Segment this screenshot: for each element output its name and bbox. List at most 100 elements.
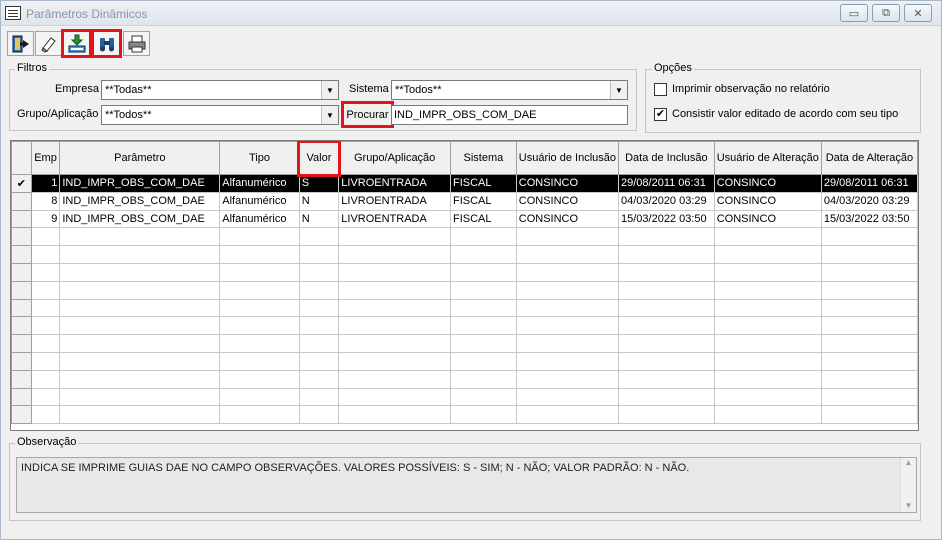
col-grupo[interactable]: Grupo/Aplicação bbox=[338, 141, 451, 175]
empty-cell[interactable] bbox=[30, 245, 61, 264]
empty-cell[interactable] bbox=[338, 369, 451, 389]
empty-cell[interactable] bbox=[713, 405, 822, 425]
save-button[interactable] bbox=[61, 29, 92, 58]
row-indicator[interactable] bbox=[11, 280, 32, 300]
cell-sistema[interactable]: FISCAL bbox=[450, 209, 517, 229]
empty-cell[interactable] bbox=[219, 280, 300, 300]
empty-cell[interactable] bbox=[59, 316, 221, 336]
empty-table-row[interactable] bbox=[11, 227, 918, 247]
empty-table-row[interactable] bbox=[11, 334, 918, 353]
row-indicator[interactable] bbox=[11, 209, 32, 229]
empty-cell[interactable] bbox=[30, 262, 61, 282]
print-button[interactable] bbox=[123, 31, 150, 56]
cell-emp[interactable]: 8 bbox=[30, 191, 61, 211]
col-data-alteracao[interactable]: Data de Alteração bbox=[820, 141, 918, 175]
row-indicator[interactable] bbox=[11, 316, 32, 336]
chevron-down-icon[interactable]: ▼ bbox=[321, 106, 338, 124]
cell-tipo[interactable]: Alfanumérico bbox=[219, 209, 300, 229]
empty-cell[interactable] bbox=[298, 387, 340, 407]
empty-cell[interactable] bbox=[30, 334, 61, 353]
empty-cell[interactable] bbox=[59, 227, 221, 247]
empty-table-row[interactable] bbox=[11, 405, 918, 425]
empty-cell[interactable] bbox=[298, 245, 340, 264]
empty-cell[interactable] bbox=[59, 298, 221, 318]
empty-table-row[interactable] bbox=[11, 351, 918, 371]
row-indicator[interactable] bbox=[11, 227, 32, 247]
empty-cell[interactable] bbox=[820, 334, 918, 353]
empty-cell[interactable] bbox=[450, 280, 517, 300]
empty-cell[interactable] bbox=[338, 262, 451, 282]
empty-cell[interactable] bbox=[515, 334, 620, 353]
row-indicator[interactable] bbox=[11, 387, 32, 407]
empty-cell[interactable] bbox=[713, 280, 822, 300]
scroll-up-icon[interactable]: ▲ bbox=[901, 458, 916, 467]
empty-cell[interactable] bbox=[618, 405, 715, 425]
cell-valor[interactable]: N bbox=[298, 209, 340, 229]
empty-cell[interactable] bbox=[618, 369, 715, 389]
cell-data-alteracao[interactable]: 04/03/2020 03:29 bbox=[820, 191, 918, 211]
empty-cell[interactable] bbox=[618, 334, 715, 353]
empty-cell[interactable] bbox=[820, 280, 918, 300]
empty-cell[interactable] bbox=[618, 387, 715, 407]
empty-cell[interactable] bbox=[618, 280, 715, 300]
row-indicator[interactable] bbox=[11, 191, 32, 211]
empty-cell[interactable] bbox=[450, 245, 517, 264]
empty-cell[interactable] bbox=[515, 369, 620, 389]
cell-sistema[interactable]: FISCAL bbox=[450, 191, 517, 211]
cell-parametro[interactable]: IND_IMPR_OBS_COM_DAE bbox=[59, 191, 221, 211]
empty-cell[interactable] bbox=[450, 387, 517, 407]
empty-cell[interactable] bbox=[450, 369, 517, 389]
empty-cell[interactable] bbox=[30, 316, 61, 336]
cell-valor[interactable]: N bbox=[298, 191, 340, 211]
table-row[interactable]: ✔ 1 IND_IMPR_OBS_COM_DAE Alfanumérico S LIVRO… bbox=[11, 174, 918, 193]
row-indicator[interactable] bbox=[11, 334, 32, 353]
empty-cell[interactable] bbox=[338, 245, 451, 264]
empty-cell[interactable] bbox=[298, 369, 340, 389]
scroll-down-icon[interactable]: ▼ bbox=[901, 501, 916, 510]
empty-cell[interactable] bbox=[298, 334, 340, 353]
chevron-down-icon[interactable]: ▼ bbox=[321, 81, 338, 99]
col-emp[interactable]: Emp bbox=[30, 141, 61, 175]
empty-table-row[interactable] bbox=[11, 316, 918, 336]
empty-cell[interactable] bbox=[713, 245, 822, 264]
empty-cell[interactable] bbox=[618, 262, 715, 282]
empty-cell[interactable] bbox=[219, 316, 300, 336]
empty-cell[interactable] bbox=[820, 245, 918, 264]
empty-table-row[interactable] bbox=[11, 245, 918, 264]
row-indicator[interactable] bbox=[11, 405, 32, 425]
parameters-grid[interactable]: Emp Parâmetro Tipo Valor Grupo/Aplicação… bbox=[10, 140, 919, 431]
empty-cell[interactable] bbox=[820, 351, 918, 371]
empty-cell[interactable] bbox=[338, 387, 451, 407]
exit-button[interactable] bbox=[7, 31, 34, 56]
observacao-scrollbar[interactable]: ▲ ▼ bbox=[900, 458, 916, 512]
empty-cell[interactable] bbox=[618, 351, 715, 371]
cell-usuario-inclusao[interactable]: CONSINCO bbox=[515, 174, 620, 193]
cell-valor[interactable]: S bbox=[298, 174, 340, 193]
empty-cell[interactable] bbox=[515, 227, 620, 247]
row-indicator[interactable] bbox=[11, 351, 32, 371]
empty-cell[interactable] bbox=[820, 316, 918, 336]
empty-cell[interactable] bbox=[219, 262, 300, 282]
empty-cell[interactable] bbox=[298, 405, 340, 425]
cell-data-inclusao[interactable]: 29/08/2011 06:31 bbox=[618, 174, 715, 193]
empty-cell[interactable] bbox=[219, 387, 300, 407]
procurar-input[interactable]: IND_IMPR_OBS_COM_DAE bbox=[391, 105, 628, 125]
empty-table-row[interactable] bbox=[11, 298, 918, 318]
col-valor[interactable]: Valor bbox=[297, 141, 341, 177]
empty-cell[interactable] bbox=[450, 334, 517, 353]
cell-parametro[interactable]: IND_IMPR_OBS_COM_DAE bbox=[59, 209, 221, 229]
empty-cell[interactable] bbox=[450, 298, 517, 318]
empty-cell[interactable] bbox=[30, 351, 61, 371]
consistir-checkbox[interactable]: ✔ bbox=[654, 108, 667, 121]
empty-cell[interactable] bbox=[219, 245, 300, 264]
empty-cell[interactable] bbox=[30, 298, 61, 318]
empty-cell[interactable] bbox=[515, 280, 620, 300]
empty-cell[interactable] bbox=[515, 316, 620, 336]
empty-cell[interactable] bbox=[820, 369, 918, 389]
empty-table-row[interactable] bbox=[11, 369, 918, 389]
empty-cell[interactable] bbox=[219, 298, 300, 318]
empty-cell[interactable] bbox=[450, 351, 517, 371]
empty-cell[interactable] bbox=[618, 245, 715, 264]
empty-cell[interactable] bbox=[515, 387, 620, 407]
row-indicator[interactable] bbox=[11, 245, 32, 264]
